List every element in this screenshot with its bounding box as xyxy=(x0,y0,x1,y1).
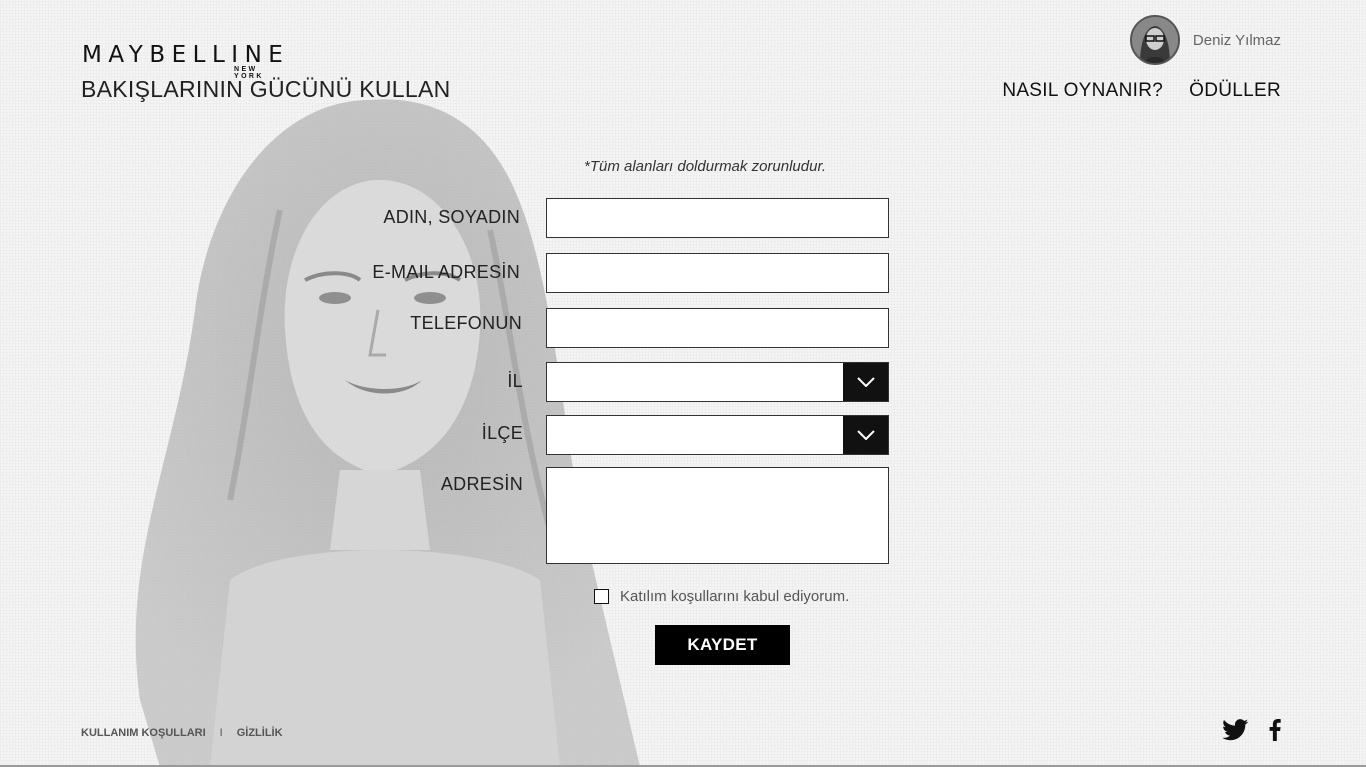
save-button[interactable]: KAYDET xyxy=(655,625,790,665)
city-dropdown-button[interactable] xyxy=(843,363,888,401)
district-label: İLÇE xyxy=(481,423,523,443)
logo-wordmark: MAYBELLINE xyxy=(82,42,290,68)
facebook-link[interactable] xyxy=(1269,719,1281,746)
main-nav: NASIL OYNANIR? ÖDÜLLER xyxy=(1002,80,1281,102)
user-profile[interactable]: Deniz Yılmaz xyxy=(1129,15,1281,65)
twitter-icon xyxy=(1222,719,1249,741)
nav-how-to-play[interactable]: NASIL OYNANIR? xyxy=(1002,80,1163,102)
user-avatar-icon xyxy=(1131,17,1178,63)
chevron-down-icon xyxy=(856,430,875,440)
avatar[interactable] xyxy=(1129,15,1180,65)
district-dropdown-button[interactable] xyxy=(843,416,888,454)
terms-of-use-link[interactable]: KULLANIM KOŞULLARI xyxy=(81,727,206,739)
facebook-icon xyxy=(1269,719,1281,741)
district-select[interactable] xyxy=(546,415,889,455)
brand-logo[interactable]: MAYBELLINE NEW YORK xyxy=(82,42,290,81)
twitter-link[interactable] xyxy=(1222,719,1249,746)
campaign-tagline: BAKIŞLARININ GÜCÜNÜ KULLAN xyxy=(81,76,451,102)
terms-consent-label[interactable]: Katılım koşullarını kabul ediyorum. xyxy=(620,588,849,605)
privacy-link[interactable]: GİZLİLİK xyxy=(237,727,283,739)
terms-checkbox[interactable] xyxy=(594,589,609,604)
city-select[interactable] xyxy=(546,362,889,402)
user-name[interactable]: Deniz Yılmaz xyxy=(1193,32,1281,49)
address-field[interactable] xyxy=(546,467,889,564)
city-label: İL xyxy=(507,371,523,391)
address-label: ADRESİN xyxy=(440,474,523,494)
email-label: E-MAIL ADRESİN xyxy=(372,262,520,282)
phone-label: TELEFONUN xyxy=(410,313,522,333)
nav-rewards[interactable]: ÖDÜLLER xyxy=(1189,80,1281,102)
social-links xyxy=(1222,719,1281,746)
footer-separator: I xyxy=(219,727,223,739)
name-field[interactable] xyxy=(546,198,889,238)
footer-links: KULLANIM KOŞULLARI I GİZLİLİK xyxy=(81,727,283,739)
phone-field[interactable] xyxy=(546,308,889,348)
terms-consent[interactable]: Katılım koşullarını kabul ediyorum. xyxy=(594,588,849,605)
name-label: ADIN, SOYADIN xyxy=(383,207,520,227)
chevron-down-icon xyxy=(856,377,875,387)
required-fields-note: *Tüm alanları doldurmak zorunludur. xyxy=(584,158,827,175)
email-field[interactable] xyxy=(546,253,889,293)
